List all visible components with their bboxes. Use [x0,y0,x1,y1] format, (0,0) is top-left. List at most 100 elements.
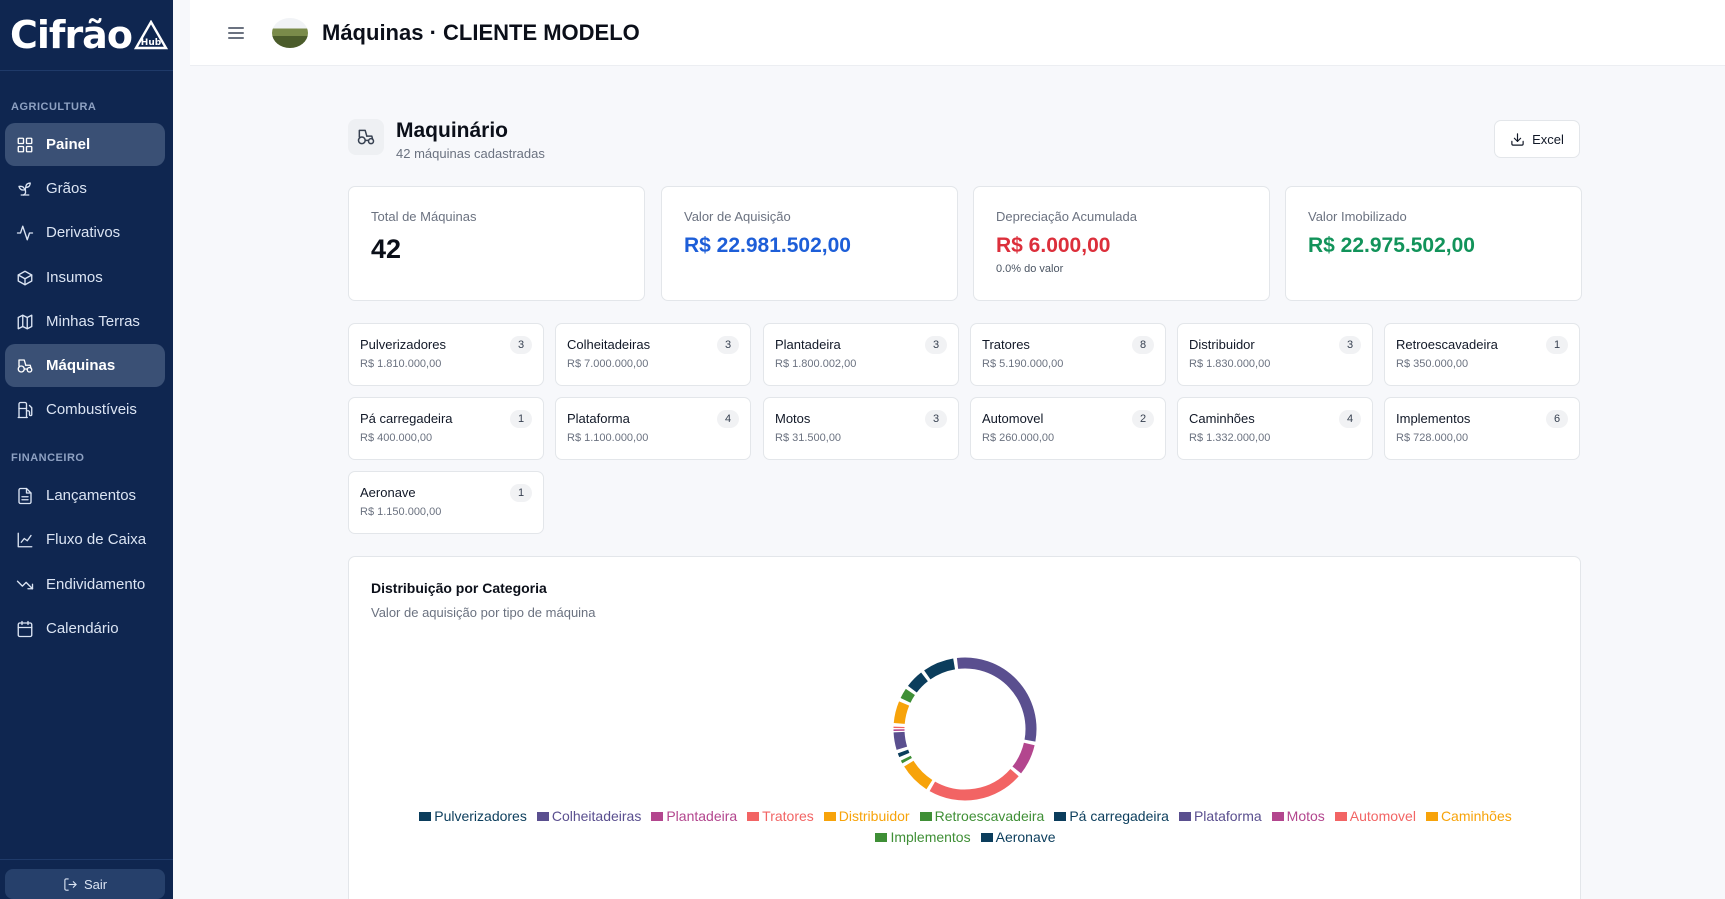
grid-icon [16,136,34,154]
sidebar-item-endividamento[interactable]: Endividamento [5,563,165,606]
legend-item[interactable]: Plataforma [1178,808,1262,824]
sidebar-item-insumos[interactable]: Insumos [5,256,165,299]
category-card[interactable]: Caminhões R$ 1.332.000,00 4 [1177,397,1373,460]
donut-chart [893,657,1037,801]
sidebar-item-minhas-terras[interactable]: Minhas Terras [5,300,165,343]
category-card[interactable]: Pulverizadores R$ 1.810.000,00 3 [348,323,544,386]
category-card[interactable]: Colheitadeiras R$ 7.000.000,00 3 [555,323,751,386]
sidebar-item-fluxo-de-caixa[interactable]: Fluxo de Caixa [5,518,165,561]
category-card[interactable]: Aeronave R$ 1.150.000,00 1 [348,471,544,534]
category-name: Distribuidor [1189,337,1255,352]
legend-label: Pulverizadores [434,808,527,824]
sidebar-item-label: Insumos [46,269,103,286]
category-name: Aeronave [360,485,416,500]
sidebar-item-graos[interactable]: Grãos [5,167,165,210]
donut-slice-plataforma[interactable] [893,731,908,750]
legend-item[interactable]: Aeronave [980,829,1056,845]
donut-slice-aeronave[interactable] [907,672,929,693]
stat-label: Total de Máquinas [371,209,477,224]
category-name: Plantadeira [775,337,841,352]
stat-value: R$ 22.975.502,00 [1308,234,1475,257]
donut-slice-pulverizadores[interactable] [924,658,956,680]
category-value: R$ 1.332.000,00 [1189,432,1271,444]
top-header: Máquinas · CLIENTE MODELO [190,0,1725,66]
sidebar-item-label: Fluxo de Caixa [46,531,147,548]
legend-label: Automovel [1349,808,1416,824]
category-count-badge: 8 [1132,336,1154,354]
map-icon [16,313,34,331]
stat-depreciacao: Depreciação Acumulada R$ 6.000,00 0.0% d… [973,186,1270,301]
category-card[interactable]: Plantadeira R$ 1.800.002,00 3 [763,323,959,386]
category-card[interactable]: Pá carregadeira R$ 400.000,00 1 [348,397,544,460]
logo-triangle-icon: Hub [133,20,168,50]
legend-item[interactable]: Automovel [1334,808,1416,824]
sidebar-item-painel[interactable]: Painel [5,123,165,166]
category-count-badge: 3 [925,336,947,354]
stat-label: Depreciação Acumulada [996,209,1137,224]
donut-slice-caminhões[interactable] [893,701,910,725]
category-value: R$ 31.500,00 [775,432,842,444]
stat-label: Valor de Aquisição [684,209,791,224]
category-card[interactable]: Retroescavadeira R$ 350.000,00 1 [1384,323,1580,386]
category-name: Implementos [1396,411,1471,426]
category-value: R$ 400.000,00 [360,432,433,444]
sidebar-item-label: Minhas Terras [46,313,140,330]
sidebar-item-maquinas[interactable]: Máquinas [5,344,165,387]
sidebar-item-calendario[interactable]: Calendário [5,607,165,650]
main-content: Maquinário 42 máquinas cadastradas Excel… [190,67,1725,899]
app-logo[interactable]: Cifrão Hub [0,0,173,71]
category-count-badge: 1 [510,410,532,428]
category-card[interactable]: Automovel R$ 260.000,00 2 [970,397,1166,460]
sidebar-item-derivativos[interactable]: Derivativos [5,211,165,254]
legend-item[interactable]: Motos [1271,808,1325,824]
category-card[interactable]: Motos R$ 31.500,00 3 [763,397,959,460]
category-card[interactable]: Tratores R$ 5.190.000,00 8 [970,323,1166,386]
legend-label: Caminhões [1440,808,1512,824]
legend-item[interactable]: Caminhões [1425,808,1512,824]
donut-slice-pá-carregadeira[interactable] [897,749,910,758]
legend-item[interactable]: Colheitadeiras [536,808,641,824]
category-card[interactable]: Plataforma R$ 1.100.000,00 4 [555,397,751,460]
stat-valor-aquisicao: Valor de Aquisição R$ 22.981.502,00 [661,186,958,301]
donut-slice-colheitadeiras[interactable] [956,657,1037,742]
sidebar-item-lancamentos[interactable]: Lançamentos [5,474,165,517]
donut-slice-plantadeira[interactable] [1012,742,1035,774]
menu-toggle-icon[interactable] [228,26,244,39]
donut-slice-implementos[interactable] [900,688,915,703]
tractor-icon [348,119,384,155]
legend-item[interactable]: Retroescavadeira [919,808,1044,824]
legend-swatch [875,832,888,842]
category-card[interactable]: Distribuidor R$ 1.830.000,00 3 [1177,323,1373,386]
category-card[interactable]: Implementos R$ 728.000,00 6 [1384,397,1580,460]
sidebar-item-combustiveis[interactable]: Combustíveis [5,388,165,431]
donut-slice-distribuidor[interactable] [904,760,933,790]
legend-item[interactable]: Pulverizadores [419,808,527,824]
logout-label: Sair [83,876,108,892]
legend-item[interactable]: Pá carregadeira [1054,808,1169,824]
legend-item[interactable]: Implementos [875,829,971,845]
category-count-badge: 1 [1546,336,1568,354]
fuel-icon [16,401,34,419]
legend-swatch [419,811,432,821]
legend-item[interactable]: Plantadeira [651,808,737,824]
tractor-icon [16,357,34,375]
sidebar: Cifrão Hub AGRICULTURA Painel Grãos Deri… [0,0,173,899]
donut-slice-tratores[interactable] [929,768,1019,801]
legend-item[interactable]: Tratores [747,808,814,824]
category-name: Retroescavadeira [1396,337,1498,352]
category-count-badge: 3 [1339,336,1361,354]
logout-button[interactable]: Sair [5,869,165,899]
donut-slice-retroescavadeira[interactable] [900,755,912,764]
legend-label: Plantadeira [666,808,738,824]
stat-note: 0.0% do valor [996,263,1064,275]
legend-item[interactable]: Distribuidor [823,808,910,824]
category-count-badge: 3 [510,336,532,354]
sprout-icon [16,180,34,198]
machinery-title: Maquinário [396,119,509,142]
stat-label: Valor Imobilizado [1308,209,1407,224]
section-label-financeiro: FINANCEIRO [11,452,85,464]
activity-icon [16,224,34,242]
logo-text: Cifrão [10,13,133,57]
export-excel-button[interactable]: Excel [1494,120,1580,158]
category-count-badge: 4 [1339,410,1361,428]
